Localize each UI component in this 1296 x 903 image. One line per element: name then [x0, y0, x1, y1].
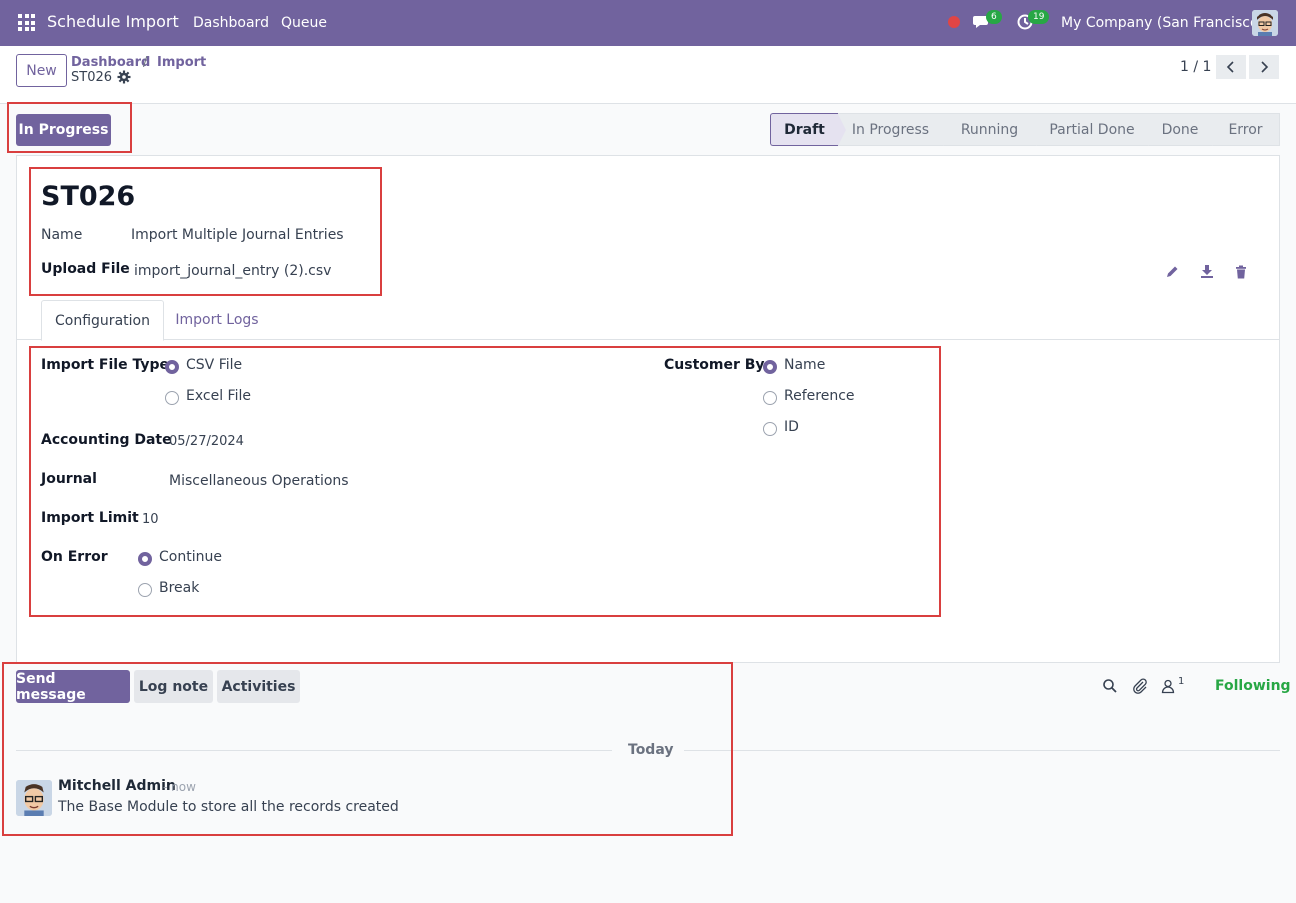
breadcrumb-separator: / — [143, 55, 148, 70]
name-option-label[interactable]: Name — [784, 357, 825, 373]
csv-file-option-label[interactable]: CSV File — [186, 357, 242, 373]
log-note-button[interactable]: Log note — [134, 670, 213, 703]
break-option-label[interactable]: Break — [159, 580, 199, 596]
id-option-label[interactable]: ID — [784, 419, 799, 435]
search-icon[interactable] — [1102, 678, 1118, 694]
user-avatar[interactable] — [1252, 10, 1278, 36]
chevron-left-icon — [1226, 61, 1234, 73]
radio-break[interactable] — [138, 583, 152, 597]
radio-reference[interactable] — [763, 391, 777, 405]
top-navbar: Schedule Import Dashboard Queue 6 19 My … — [0, 0, 1296, 46]
form-tabs: Configuration Import Logs — [17, 300, 1279, 341]
radio-id[interactable] — [763, 422, 777, 436]
date-separator: Today — [628, 742, 674, 758]
pager-previous-button[interactable] — [1216, 55, 1246, 79]
app-title[interactable]: Schedule Import — [47, 12, 179, 31]
accounting-date-label: Accounting Date — [41, 432, 172, 448]
name-field[interactable]: Import Multiple Journal Entries — [131, 227, 344, 243]
stage-partial-done[interactable]: Partial Done — [1036, 113, 1156, 146]
radio-name[interactable] — [763, 360, 777, 374]
following-button[interactable]: Following — [1215, 678, 1291, 694]
breadcrumb-import[interactable]: Import — [157, 55, 206, 70]
stage-done[interactable]: Done — [1148, 113, 1220, 146]
reference-option-label[interactable]: Reference — [784, 388, 855, 404]
journal-label: Journal — [41, 471, 97, 487]
menu-queue[interactable]: Queue — [281, 15, 327, 31]
stage-in-progress[interactable]: In Progress — [838, 113, 951, 146]
message-time: - now — [163, 780, 196, 794]
message-body: The Base Module to store all the records… — [58, 799, 399, 815]
trash-icon[interactable] — [1234, 265, 1248, 279]
customer-by-label: Customer By — [664, 357, 765, 373]
import-limit-field[interactable]: 10 — [142, 512, 159, 527]
radio-csv-file[interactable] — [165, 360, 179, 374]
message-author-avatar[interactable] — [16, 780, 52, 816]
paperclip-icon[interactable] — [1132, 678, 1148, 694]
upload-file-field[interactable]: import_journal_entry (2).csv — [134, 263, 331, 279]
menu-dashboard[interactable]: Dashboard — [193, 15, 269, 31]
radio-continue[interactable] — [138, 552, 152, 566]
new-button[interactable]: New — [16, 54, 67, 87]
tab-configuration[interactable]: Configuration — [41, 300, 164, 341]
record-indicator-icon[interactable] — [948, 16, 960, 28]
control-panel: New Dashboard / Import ST026 1 / 1 — [0, 46, 1296, 104]
journal-field[interactable]: Miscellaneous Operations — [169, 473, 349, 489]
in-progress-button[interactable]: In Progress — [16, 114, 111, 146]
record-title: ST026 — [41, 181, 136, 212]
form-sheet: ST026 Name Import Multiple Journal Entri… — [16, 155, 1280, 663]
pencil-icon[interactable] — [1165, 265, 1179, 279]
message-author[interactable]: Mitchell Admin — [58, 778, 176, 794]
continue-option-label[interactable]: Continue — [159, 549, 222, 565]
import-limit-label: Import Limit — [41, 510, 139, 526]
upload-file-label: Upload File — [41, 261, 130, 277]
status-bar: In Progress Draft In Progress Running Pa… — [0, 104, 1296, 155]
breadcrumb-dashboard[interactable]: Dashboard — [71, 55, 150, 70]
send-message-button[interactable]: Send message — [16, 670, 130, 703]
excel-file-option-label[interactable]: Excel File — [186, 388, 251, 404]
followers-count: 1 — [1178, 676, 1185, 687]
breadcrumb-current-record: ST026 — [71, 70, 113, 85]
date-divider-right — [684, 750, 1280, 751]
pager-next-button[interactable] — [1249, 55, 1279, 79]
stage-running[interactable]: Running — [943, 113, 1044, 146]
company-switcher[interactable]: My Company (San Francisco) — [1061, 15, 1264, 31]
stage-pipeline: Draft In Progress Running Partial Done D… — [770, 113, 1280, 146]
on-error-label: On Error — [41, 549, 108, 565]
gear-icon[interactable] — [117, 70, 131, 84]
stage-draft[interactable]: Draft — [770, 113, 846, 146]
date-divider-left — [16, 750, 612, 751]
activities-button[interactable]: Activities — [217, 670, 300, 703]
download-icon[interactable] — [1200, 264, 1214, 278]
name-label: Name — [41, 227, 83, 243]
tab-import-logs[interactable]: Import Logs — [165, 300, 269, 340]
messages-count-badge: 6 — [986, 10, 1002, 24]
activities-count-badge: 19 — [1028, 10, 1050, 24]
followers-icon[interactable] — [1160, 678, 1176, 694]
radio-excel-file[interactable] — [165, 391, 179, 405]
apps-menu-icon[interactable] — [18, 14, 35, 31]
import-file-type-label: Import File Type — [41, 357, 169, 373]
accounting-date-field[interactable]: 05/27/2024 — [169, 434, 244, 449]
stage-error[interactable]: Error — [1212, 113, 1280, 146]
pager-value[interactable]: 1 / 1 — [1180, 59, 1211, 75]
chevron-right-icon — [1261, 61, 1269, 73]
